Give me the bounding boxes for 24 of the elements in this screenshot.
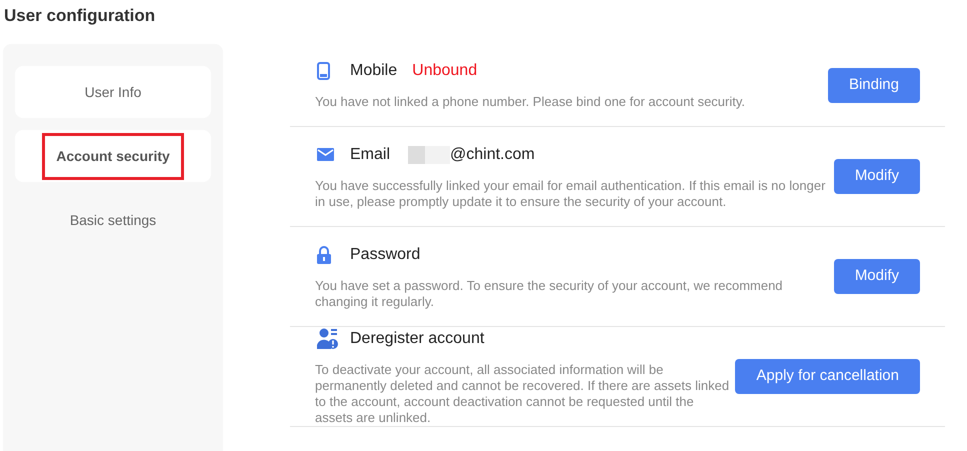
setting-description: You have successfully linked your email for email authentication. If this email is no longer in use, please promptly update it to ensure the security of your account. bbox=[314, 178, 826, 210]
phone-icon bbox=[317, 62, 330, 80]
setting-label: Mobile bbox=[350, 61, 398, 81]
envelope-icon bbox=[317, 148, 334, 161]
page-title: User configuration bbox=[4, 5, 156, 27]
menu-item[interactable]: Basic settings bbox=[70, 210, 156, 230]
action-button[interactable]: Binding bbox=[828, 68, 920, 102]
highlight-frame: Account security bbox=[42, 132, 184, 180]
redaction-mark bbox=[408, 146, 450, 164]
setting-description: To deactivate your account, all associated information will be permanently deleted and cannot be recovered. If there are assets linked to the account, account deactivation cannot be requested until the assets are unlinked. bbox=[314, 362, 730, 426]
email-address: @chint.com bbox=[450, 144, 535, 164]
lock-icon bbox=[317, 246, 331, 264]
setting-label: Deregister account bbox=[350, 328, 484, 348]
menu-item[interactable]: Account security bbox=[15, 130, 211, 182]
setting-label: Password bbox=[350, 244, 420, 264]
status-text: Unbound bbox=[412, 61, 478, 81]
setting-description: You have set a password. To ensure the security of your account, we recommend changing it regularly. bbox=[314, 278, 784, 310]
action-button[interactable]: Modify bbox=[834, 259, 920, 294]
setting-label: Email bbox=[350, 144, 390, 164]
menu-item[interactable]: User Info bbox=[15, 66, 211, 118]
action-button[interactable]: Modify bbox=[834, 159, 920, 194]
action-button[interactable]: Apply for cancellation bbox=[735, 359, 920, 394]
user-alert-icon bbox=[317, 328, 339, 350]
setting-description: You have not linked a phone number. Please bind one for account security. bbox=[314, 94, 746, 110]
